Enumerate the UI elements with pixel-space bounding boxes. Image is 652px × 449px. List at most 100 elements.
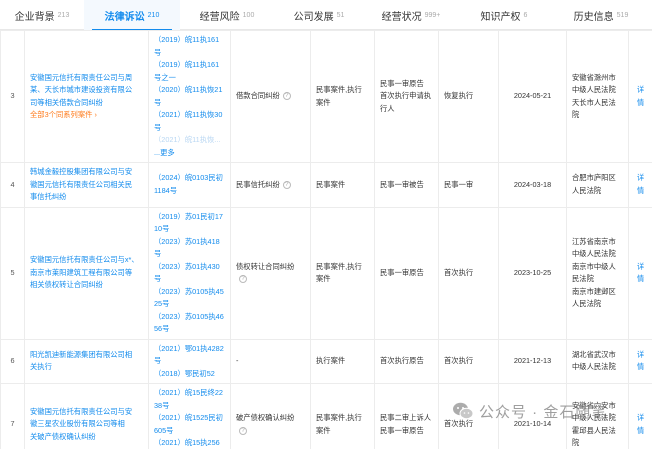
tab-bar: 企业背景 213 法律诉讼 210 经营风险 100 公司发展 51 经营状况 999+ 知识产权 6…	[0, 0, 652, 31]
case-number-link[interactable]: （2019）皖11执161	[154, 34, 225, 47]
case-number-cell: （2019）苏01民初17 10号 （2023）苏01执418 号（2023）苏01执…	[148, 206, 231, 340]
tab-2[interactable]: 法律诉讼 210	[84, 0, 180, 31]
case-number-link[interactable]: （2024）皖0103民初	[154, 172, 225, 185]
case-number-link[interactable]: （2023）苏01执430	[154, 261, 225, 274]
case-type-cell: 执行案件	[310, 338, 375, 384]
case-title-link[interactable]: 安徽国元信托有限责任公司与周	[30, 72, 143, 85]
case-number-link[interactable]: （2023）苏0105执45	[154, 286, 225, 299]
detail-link[interactable]: 详情	[637, 173, 644, 195]
watermark: 公众号 · 金石随笔	[452, 397, 642, 425]
case-number-link[interactable]: （2021）皖11执恢30	[154, 109, 225, 122]
case-number-cell: （2021）鄂01执4282 号（2018）鄂民初52	[148, 338, 231, 384]
tab-label: 企业背景	[14, 11, 55, 23]
tab-1[interactable]: 企业背景 213	[0, 0, 84, 30]
case-number-link[interactable]: （2019）皖11执161	[154, 59, 225, 72]
court-text: 中级人民法院	[572, 362, 616, 372]
help-icon[interactable]: ?	[282, 92, 291, 101]
tab-label: 公司发展	[293, 11, 334, 23]
more-link[interactable]: ...更多	[154, 147, 225, 160]
role-text: 民事一审被告	[380, 179, 424, 189]
case-number-link[interactable]: （2021）鄂01执4282	[154, 343, 225, 356]
case-title-cell: 安徽国元信托有限责任公司与x*、 南京市莱阳建筑工程有限公司等 相关债权转让合同纠纷	[24, 206, 149, 340]
case-title-link[interactable]: 安徽国元信托有限责任公司与x*、	[30, 254, 143, 267]
case-number-link[interactable]: 号之一	[154, 72, 225, 85]
case-title-link[interactable]: 相关债权转让合同纠纷	[30, 279, 143, 292]
cause-cell: 借款合同纠纷?	[230, 30, 311, 163]
case-title-link[interactable]: 司等相关借款合同纠纷	[30, 97, 143, 110]
tab-count: 100	[242, 11, 255, 19]
court-text: 南京市建邺区	[572, 286, 616, 296]
case-title-link[interactable]: 关破产债权确认纠纷	[30, 431, 143, 444]
help-icon[interactable]: ?	[282, 180, 291, 189]
case-number-link[interactable]: （2021）皖15民终22	[154, 387, 225, 400]
tab-count: 6	[523, 11, 528, 19]
case-title-cell: 安徽国元信托有限责任公司与周 某、天长市城市建设投资有限公 司等相关借款合同纠纷 全部…	[24, 30, 149, 163]
help-icon[interactable]: ?	[239, 426, 247, 435]
case-title-link[interactable]: 徽三星农业股份有限公司等相	[30, 418, 143, 431]
court-text: 民法院	[572, 274, 594, 283]
case-number-link[interactable]: 号	[154, 248, 225, 261]
case-type-text: 执行案件	[316, 356, 346, 365]
case-number-link[interactable]: （2023）苏01执418	[154, 236, 225, 249]
case-number-link[interactable]: 56号	[154, 323, 225, 336]
case-number-link[interactable]: （2019）苏01民初17	[154, 211, 225, 224]
tab-label: 经营状况	[381, 11, 422, 23]
case-title-cell: 韩城金毅控股集团有限公司与安 徽国元信托有限责任公司相关民 事信托纠纷	[24, 162, 149, 208]
case-title-link[interactable]: 事信托纠纷	[30, 191, 143, 204]
table-row: 6 阳光凯迪新能源集团有限公司相 关执行 （2021）鄂01执4282 号（2018）鄂…	[0, 338, 652, 384]
row-number: 7	[0, 383, 25, 449]
case-title-link[interactable]: 某、天长市城市建设投资有限公	[30, 84, 143, 97]
case-type-text: 民事案件,执行	[316, 261, 362, 271]
case-title-link[interactable]: 韩城金毅控股集团有限公司与安	[30, 166, 143, 179]
case-type-text: 民事案件,执行	[316, 85, 362, 94]
detail-link[interactable]: 详情	[637, 350, 644, 372]
case-number-link[interactable]: 1184号	[154, 185, 225, 198]
case-number-link[interactable]: 25号	[154, 298, 225, 311]
case-number-link[interactable]: 号	[154, 47, 225, 60]
row-number: 4	[0, 162, 25, 208]
tab-7[interactable]: 历史信息 519	[550, 0, 652, 30]
case-number-link[interactable]: 号	[154, 273, 225, 286]
case-title-link[interactable]: 安徽国元信托有限责任公司与安	[30, 406, 143, 419]
case-title-link[interactable]: 南京市莱阳建筑工程有限公司等	[30, 267, 143, 280]
role-text: 民事一审原告	[380, 267, 424, 277]
help-icon[interactable]: ?	[239, 275, 247, 284]
case-number-link[interactable]: 605号	[154, 425, 225, 438]
tab-4[interactable]: 公司发展 51	[274, 0, 364, 30]
tab-5[interactable]: 经营状况 999+	[364, 0, 458, 30]
detail-link[interactable]: 详情	[637, 262, 644, 284]
tab-count: 51	[336, 11, 345, 19]
case-number-link[interactable]: （2021）皖1525民初	[154, 412, 225, 425]
date-cell: 2023-10-25	[498, 206, 567, 340]
case-number-link[interactable]: 号	[154, 122, 225, 135]
detail-cell: 详情	[628, 30, 652, 163]
table-row: 3 安徽国元信托有限责任公司与周 某、天长市城市建设投资有限公 司等相关借款合同纠纷全…	[0, 30, 652, 163]
case-number-link[interactable]: 号	[154, 355, 225, 368]
court-text: 南京市中级人	[572, 261, 616, 271]
court-text: 中级人民法院	[572, 85, 616, 94]
case-title-link[interactable]: 关执行	[30, 361, 143, 374]
case-number-link[interactable]: 10号	[154, 223, 225, 236]
role-text: 行人	[380, 103, 395, 113]
cause-cell: -	[230, 338, 311, 384]
cause-cell: 民事信托纠纷?	[230, 162, 311, 208]
case-number-link[interactable]: （2020）皖11执恢21	[154, 84, 225, 97]
watermark-text: 公众号 · 金石随笔	[479, 403, 608, 421]
tab-6[interactable]: 知识产权 6	[458, 0, 550, 30]
case-title-link[interactable]: 阳光凯迪新能源集团有限公司相	[30, 349, 143, 362]
case-number-link[interactable]: （2018）鄂民初52	[154, 368, 225, 381]
case-title-link[interactable]: 徽国元信托有限责任公司相关民	[30, 179, 143, 192]
detail-link[interactable]: 详情	[637, 85, 644, 107]
cause-text: 借款合同纠纷	[236, 91, 280, 101]
case-type-cell: 民事案件,执行 案件	[310, 206, 375, 340]
case-number-link[interactable]: （2021）皖15执256	[154, 437, 225, 449]
tab-count: 210	[147, 11, 160, 19]
case-number-link[interactable]: 号	[154, 97, 225, 110]
case-number-cell: （2019）皖11执161 号（2019）皖11执161 号之一 （2020）皖11执…	[148, 30, 231, 163]
case-type-cell: 民事案件,执行 案件	[310, 383, 375, 449]
case-number-link[interactable]: 38号	[154, 400, 225, 413]
case-number-link[interactable]: （2023）苏0105执46	[154, 311, 225, 324]
series-cases-link[interactable]: 全部3个同系列案件 ›	[30, 109, 143, 122]
tab-3[interactable]: 经营风险 100	[180, 0, 274, 30]
stage-cell: 恢复执行	[438, 30, 499, 163]
